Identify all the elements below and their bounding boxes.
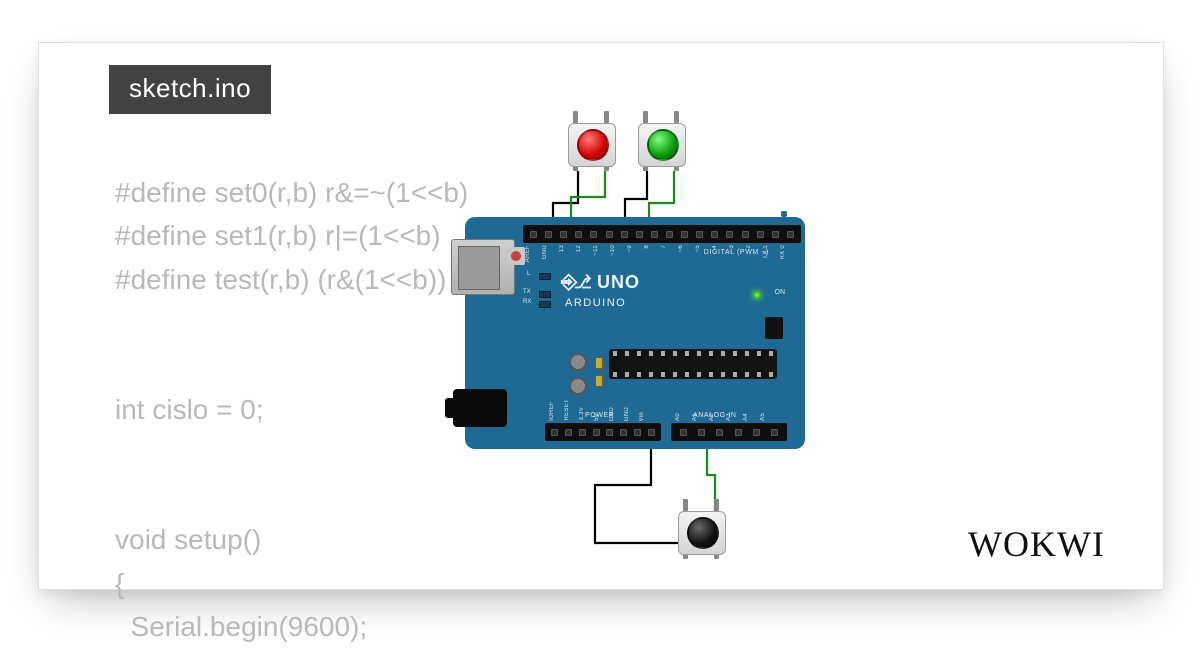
smd-component <box>595 375 603 387</box>
pin-label: A2 <box>709 413 715 421</box>
power-jack <box>453 389 507 427</box>
pin-label: A1 <box>692 413 698 421</box>
usb-port <box>451 239 515 295</box>
button-leg <box>674 111 679 123</box>
button-cap[interactable] <box>687 517 719 549</box>
board-model: UNO <box>597 272 640 293</box>
power-header[interactable] <box>545 423 661 441</box>
pin-label: A3 <box>726 413 732 421</box>
button-cap[interactable] <box>647 129 679 161</box>
pin-label: A5 <box>760 413 766 421</box>
button-leg <box>573 111 578 123</box>
wokwi-logo-text: WOKWI <box>968 524 1105 564</box>
small-ic <box>765 317 783 339</box>
infinity-icon: ⎆⎇ <box>561 271 589 294</box>
button-leg <box>714 499 719 511</box>
board-brand: ARDUINO <box>565 297 626 309</box>
digital-section-label: DIGITAL (PWM ~) <box>704 249 769 256</box>
button-leg <box>683 499 688 511</box>
pin-label: IOREF <box>549 401 555 421</box>
capacitor <box>569 353 587 371</box>
green-pushbutton[interactable] <box>633 113 689 169</box>
pin-label: A4 <box>743 413 749 421</box>
pin-label: ~5 <box>695 245 701 252</box>
pin-label: ~10 <box>610 245 616 256</box>
analog-header[interactable] <box>671 423 787 441</box>
pin-label: 4 <box>712 245 718 249</box>
file-tab[interactable]: sketch.ino <box>109 65 271 114</box>
on-led <box>753 291 761 299</box>
pin-label: Vin <box>639 412 645 421</box>
pin-label: GND <box>624 407 630 421</box>
reset-button[interactable] <box>507 247 525 265</box>
pin-label: ~6 <box>678 245 684 252</box>
tx-led-label: TX <box>523 289 531 295</box>
pin-label: GND <box>609 407 615 421</box>
pin-label: 7 <box>661 245 667 249</box>
pin-label: RX 0 <box>780 245 786 260</box>
on-led-label: ON <box>775 289 786 296</box>
pin-label: ~9 <box>627 245 633 252</box>
black-pushbutton[interactable] <box>673 501 729 557</box>
digital-header[interactable] <box>523 225 801 243</box>
l-led <box>539 273 551 280</box>
pin-label: GND <box>542 245 548 259</box>
file-tab-label: sketch.ino <box>129 73 251 103</box>
capacitor <box>569 377 587 395</box>
board-logo-row: ⎆⎇ UNO <box>561 271 640 294</box>
button-leg <box>604 111 609 123</box>
pin-label: 8 <box>644 245 650 249</box>
rx-led <box>539 301 551 308</box>
red-pushbutton[interactable] <box>563 113 619 169</box>
pin-label: 13 <box>559 245 565 252</box>
pin-label: 5V <box>594 413 600 421</box>
pin-label: 3.3V <box>579 407 585 421</box>
pin-label: 12 <box>576 245 582 252</box>
button-leg <box>643 111 648 123</box>
tx-led <box>539 291 551 298</box>
pin-label: TX 1 <box>763 245 769 259</box>
pin-label: 2 <box>746 245 752 249</box>
pin-label: ~3 <box>729 245 735 252</box>
l-led-label: L <box>527 271 530 277</box>
rx-led-label: RX <box>523 299 531 305</box>
pin-label: A0 <box>675 413 681 421</box>
pin-label: ~11 <box>593 245 599 256</box>
atmega-chip <box>609 349 777 379</box>
button-cap[interactable] <box>577 129 609 161</box>
arduino-uno-board[interactable]: DIGITAL (PWM ~) POWER ANALOG IN ⎆⎇ UNO A… <box>465 217 805 449</box>
pin-label: AREF <box>525 245 531 262</box>
smd-component <box>595 357 603 369</box>
editor-card: sketch.ino #define set0(r,b) r&=~(1<<b) … <box>38 42 1164 590</box>
pin-label: RESET <box>564 399 570 421</box>
code-editor[interactable]: #define set0(r,b) r&=~(1<<b) #define set… <box>115 171 468 648</box>
wokwi-logo: WOKWI <box>968 523 1105 565</box>
